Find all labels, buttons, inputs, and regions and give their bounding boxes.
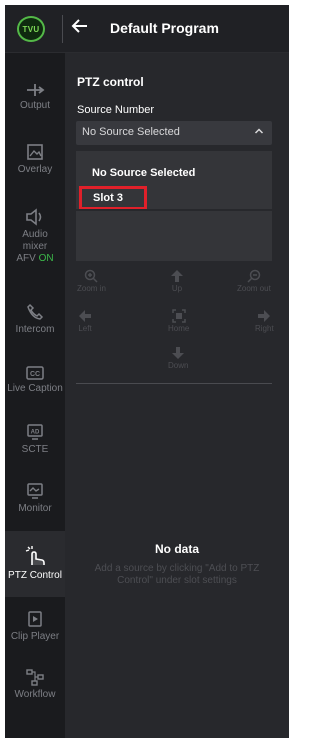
sidebar-item-label: Intercom [15, 324, 55, 335]
page-title: Default Program [110, 20, 219, 36]
speaker-icon [26, 208, 42, 226]
ptz-panel: PTZ control Source Number No Source Sele… [65, 53, 289, 738]
monitor-icon [27, 483, 43, 499]
output-icon [27, 84, 45, 96]
empty-state-title: No data [154, 542, 199, 556]
sidebar: Output Overlay Audio mixer AFV ON Interc… [5, 53, 65, 738]
sidebar-item-live-caption[interactable]: CC Live Caption [5, 366, 65, 395]
cc-icon: CC [26, 366, 44, 380]
arrow-left-icon [79, 310, 91, 322]
svg-text:AD: AD [31, 430, 40, 436]
arrow-down-icon [172, 347, 185, 359]
right-button[interactable]: Right [255, 309, 274, 333]
sidebar-item-label: Live Caption [7, 383, 63, 394]
arrow-up-icon [171, 270, 183, 282]
overlay-icon [27, 144, 43, 160]
sidebar-item-label: Output [19, 100, 51, 111]
sidebar-item-clip-player[interactable]: Clip Player [5, 610, 65, 643]
workflow-icon [26, 669, 44, 686]
up-button[interactable]: Up [170, 269, 184, 293]
sidebar-item-overlay[interactable]: Overlay [5, 143, 65, 176]
afv-status: AFV ON [16, 253, 54, 264]
phone-icon [27, 303, 44, 320]
section-title: PTZ control [77, 75, 144, 89]
left-label: Left [78, 324, 92, 333]
afv-on-badge: ON [38, 253, 54, 264]
sidebar-item-workflow[interactable]: Workflow [5, 668, 65, 701]
sidebar-item-label: Clip Player [10, 631, 60, 642]
sidebar-item-monitor[interactable]: Monitor [5, 482, 65, 515]
left-button[interactable]: Left [78, 309, 92, 333]
zoom-out-button[interactable]: Zoom out [237, 269, 271, 293]
zoom-out-icon [247, 269, 261, 283]
source-select-value: No Source Selected [82, 126, 180, 138]
sidebar-item-scte[interactable]: AD SCTE [5, 423, 65, 456]
sidebar-item-intercom[interactable]: Intercom [5, 303, 65, 336]
sidebar-item-output[interactable]: Output [5, 83, 65, 112]
source-dropdown-menu: No Source Selected Slot 3 [76, 151, 272, 261]
right-label: Right [255, 324, 274, 333]
sidebar-item-audio-mixer[interactable]: Audio mixer AFV ON [5, 208, 65, 265]
sidebar-item-label: Workflow [14, 689, 56, 700]
source-number-label: Source Number [77, 104, 155, 116]
app-window: TVU Default Program Output Overlay Audio… [5, 5, 289, 738]
down-label: Down [168, 361, 189, 370]
header-divider [62, 15, 63, 43]
sidebar-item-ptz-control[interactable]: PTZ Control [5, 531, 65, 597]
header-bar: TVU Default Program [5, 5, 289, 53]
clip-icon [28, 611, 42, 627]
sidebar-item-label: SCTE [21, 444, 49, 455]
back-arrow-icon[interactable] [71, 17, 91, 39]
section-divider [76, 383, 272, 384]
tvu-logo: TVU [17, 16, 45, 42]
up-label: Up [171, 284, 183, 293]
dropdown-option[interactable]: No Source Selected [92, 167, 195, 179]
sidebar-item-label: PTZ Control [8, 570, 62, 581]
sidebar-item-label: Monitor [18, 503, 52, 514]
ad-icon: AD [27, 424, 43, 440]
down-button[interactable]: Down [168, 346, 188, 370]
sidebar-item-label: Audio [22, 229, 48, 240]
arrow-right-icon [258, 310, 271, 322]
zoom-in-icon [85, 269, 98, 283]
zoom-out-label: Zoom out [237, 284, 271, 293]
ptz-icon [25, 546, 45, 565]
dropdown-option-highlighted[interactable]: Slot 3 [79, 186, 147, 210]
dropdown-divider [76, 209, 272, 211]
source-select[interactable]: No Source Selected [76, 121, 272, 145]
home-frame-icon [171, 309, 186, 323]
empty-state-description: Add a source by clicking "Add to PTZ Con… [94, 563, 260, 586]
zoom-in-button[interactable]: Zoom in [77, 269, 106, 293]
svg-text:CC: CC [30, 371, 40, 378]
home-label: Home [168, 324, 190, 333]
home-button[interactable]: Home [168, 309, 189, 333]
sidebar-item-label: Overlay [17, 164, 53, 175]
zoom-in-label: Zoom in [77, 284, 106, 293]
sidebar-item-label: mixer [22, 241, 48, 252]
chevron-up-icon [254, 125, 264, 139]
